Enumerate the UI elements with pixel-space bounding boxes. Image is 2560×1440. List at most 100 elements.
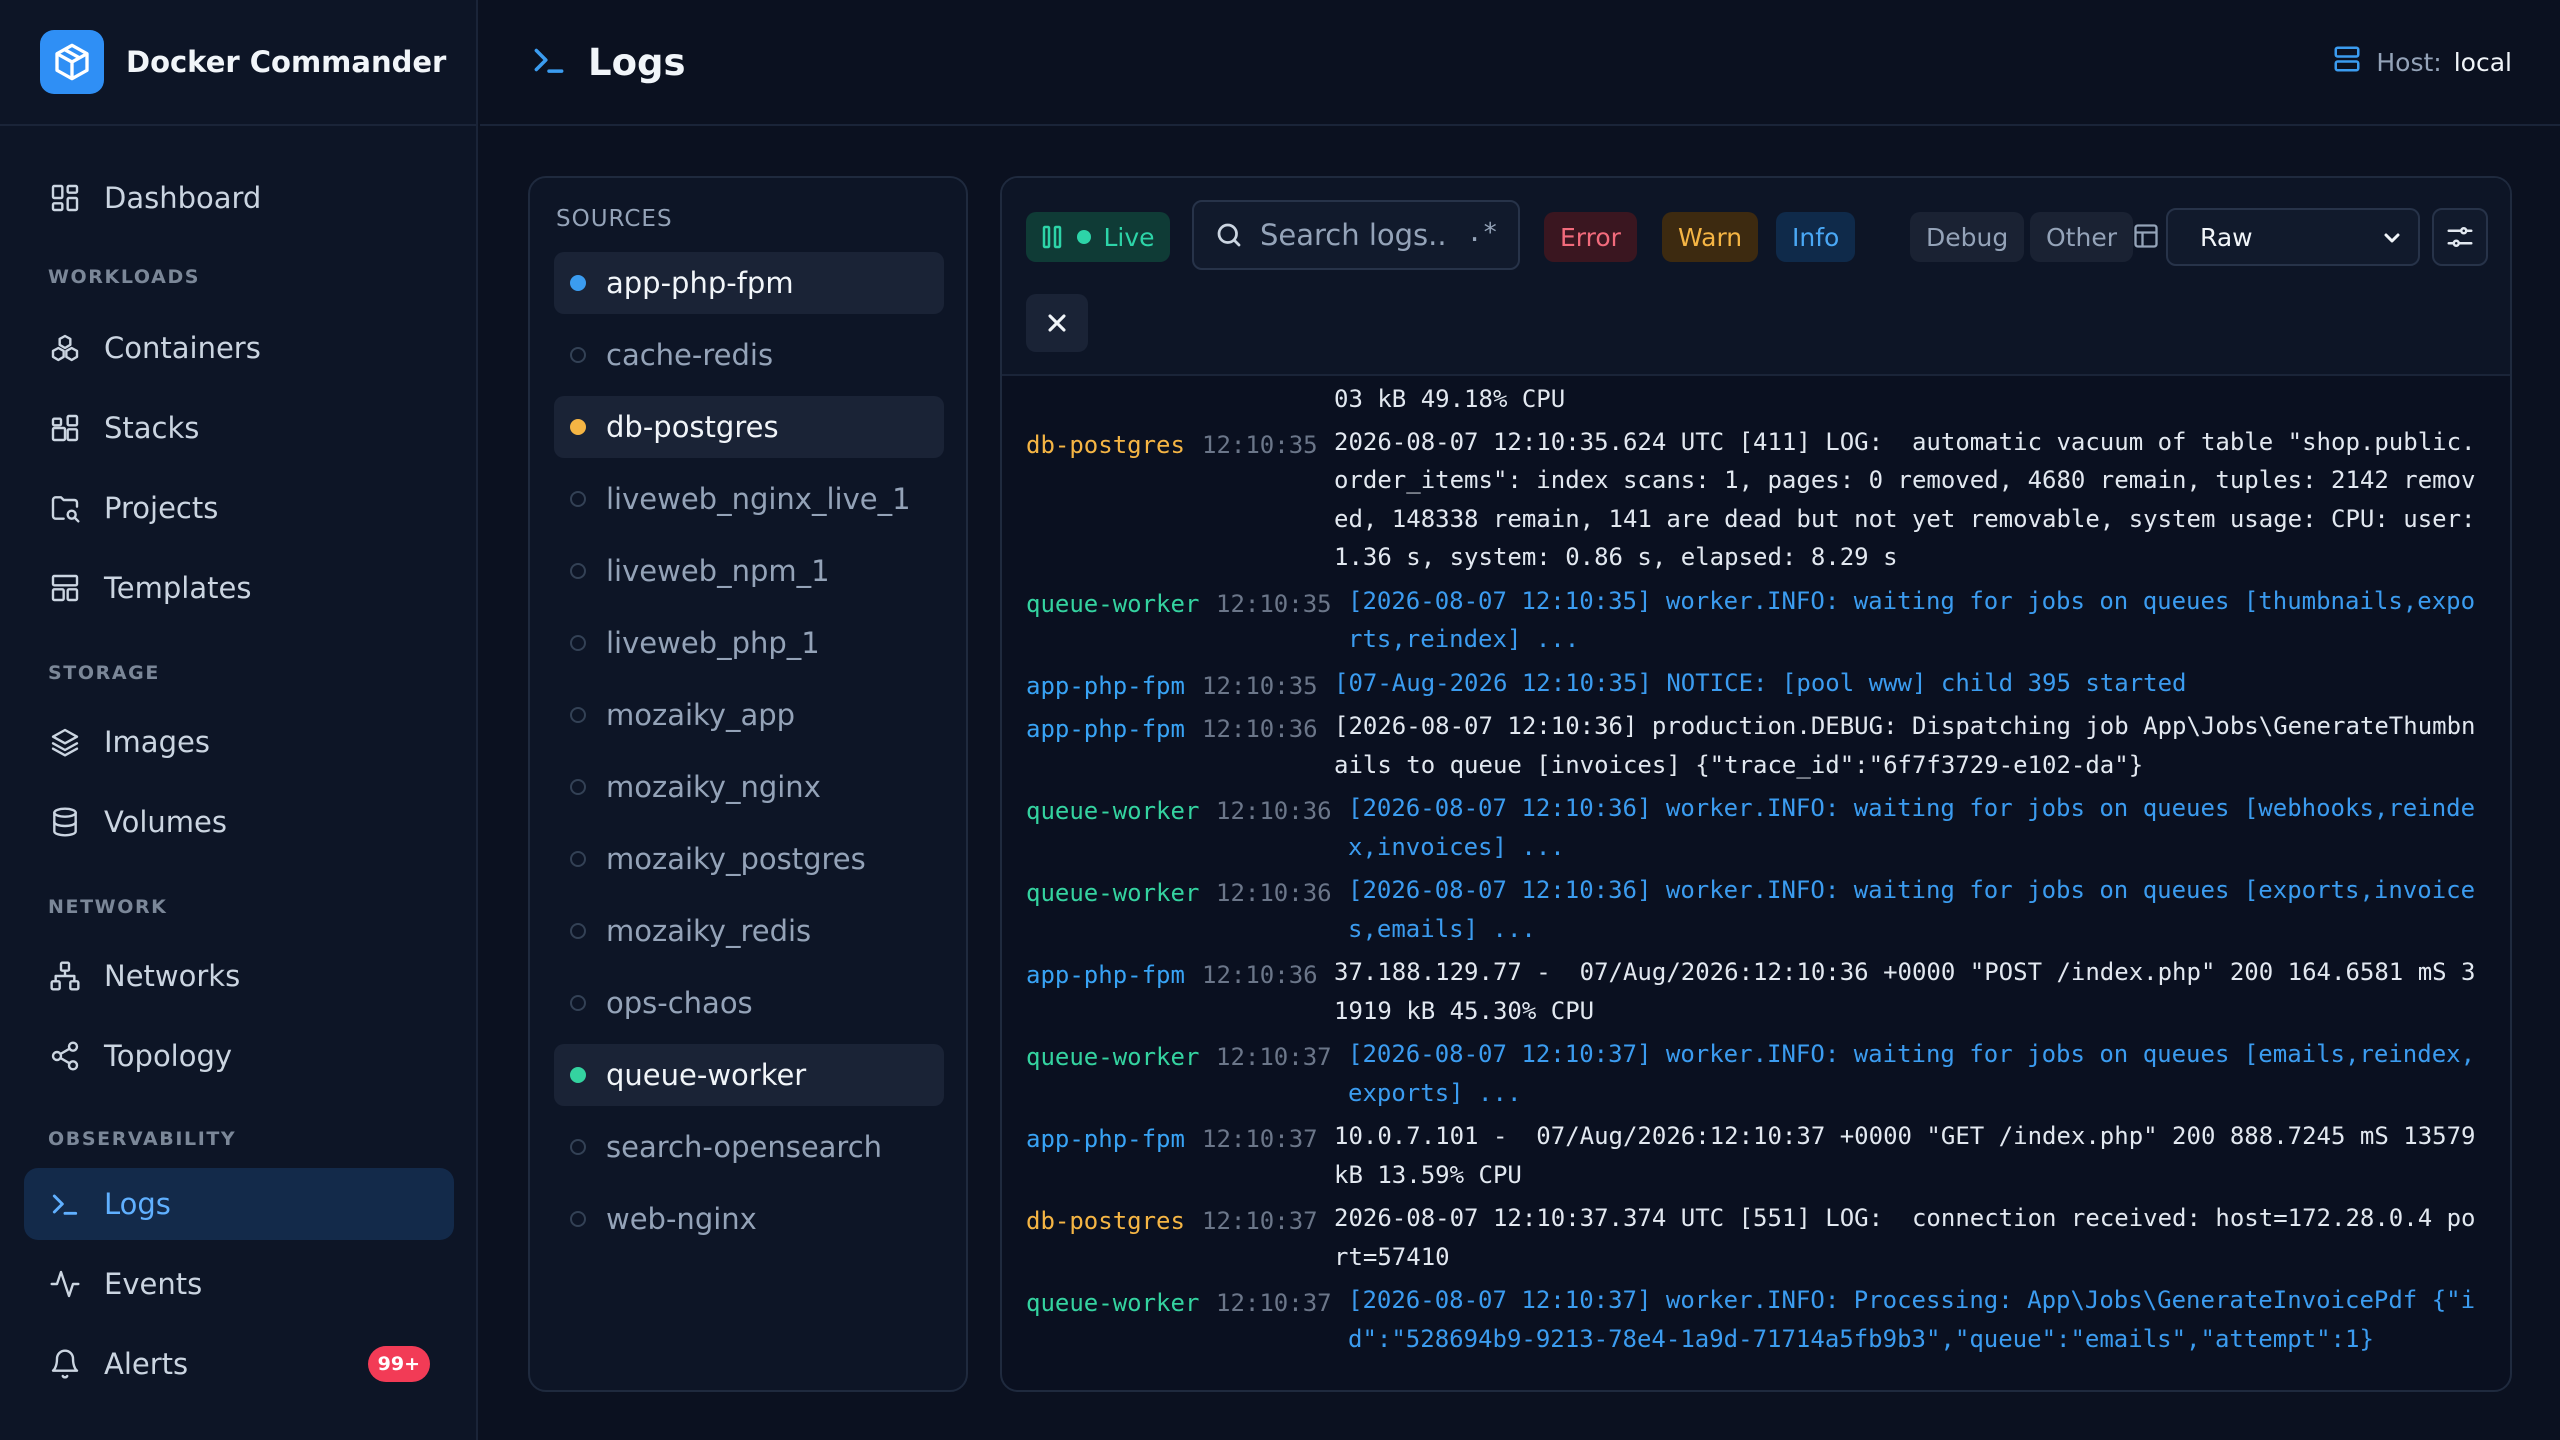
log-stream[interactable]: 03 kB 49.18% CPU db-postgres 12:10:35 2026-…	[1026, 376, 2476, 1390]
sidebar-item-topology[interactable]: Topology	[24, 1020, 454, 1092]
server-icon	[2332, 44, 2362, 80]
level-filter-error[interactable]: Error	[1544, 212, 1637, 262]
sidebar-item-images[interactable]: Images	[24, 706, 454, 778]
source-name: ops-chaos	[606, 986, 753, 1020]
log-source: queue-worker	[1026, 1043, 1200, 1071]
source-item-mozaiky_nginx[interactable]: mozaiky_nginx	[554, 756, 944, 818]
source-name: app-php-fpm	[606, 266, 794, 300]
bell-icon	[48, 1347, 82, 1381]
source-item-liveweb_npm_1[interactable]: liveweb_npm_1	[554, 540, 944, 602]
source-name: web-nginx	[606, 1202, 757, 1236]
columns-icon[interactable]	[2132, 222, 2160, 250]
view-mode-select[interactable]: Raw	[2166, 208, 2420, 266]
sidebar-item-projects[interactable]: Projects	[24, 472, 454, 544]
source-name: cache-redis	[606, 338, 774, 372]
source-status-dot	[570, 1211, 586, 1227]
regex-toggle[interactable]: .*	[1467, 218, 1498, 248]
database-icon	[48, 805, 82, 839]
live-toggle-button[interactable]: Live	[1026, 212, 1170, 262]
log-message: [2026-08-07 12:10:36] production.DEBUG: …	[1334, 712, 2476, 779]
log-source: queue-worker	[1026, 1289, 1200, 1317]
source-name: queue-worker	[606, 1058, 807, 1092]
view-mode-value: Raw	[2200, 222, 2253, 252]
live-label: Live	[1103, 222, 1155, 252]
sidebar-item-label: Logs	[104, 1187, 171, 1221]
source-item-search-opensearch[interactable]: search-opensearch	[554, 1116, 944, 1178]
source-item-mozaiky_postgres[interactable]: mozaiky_postgres	[554, 828, 944, 890]
log-source: queue-worker	[1026, 797, 1200, 825]
nav-section-observability: OBSERVABILITY	[48, 1128, 237, 1150]
source-item-liveweb_php_1[interactable]: liveweb_php_1	[554, 612, 944, 674]
log-source: app-php-fpm	[1026, 715, 1185, 743]
sidebar-item-events[interactable]: Events	[24, 1248, 454, 1320]
source-status-dot	[570, 923, 586, 939]
nav-section-workloads: WORKLOADS	[48, 266, 201, 288]
network-icon	[48, 959, 82, 993]
sidebar-item-label: Volumes	[104, 805, 227, 839]
log-toolbar: Live Search logs.. .* Error Warn Info Debug…	[1002, 178, 2510, 376]
stacks-icon	[48, 411, 82, 445]
sidebar-item-dashboard[interactable]: Dashboard	[24, 162, 454, 234]
activity-icon	[48, 1267, 82, 1301]
log-timestamp: 12:10:35	[1216, 589, 1332, 618]
level-filter-debug[interactable]: Debug	[1910, 212, 2025, 262]
source-item-mozaiky_app[interactable]: mozaiky_app	[554, 684, 944, 746]
log-timestamp: 12:10:37	[1216, 1043, 1332, 1071]
brand[interactable]: Docker Commander	[0, 0, 476, 126]
log-source: app-php-fpm	[1026, 1125, 1185, 1153]
close-icon	[1043, 309, 1071, 337]
filter-settings-button[interactable]	[2432, 208, 2488, 266]
sidebar-item-containers[interactable]: Containers	[24, 312, 454, 384]
log-message: [2026-08-07 12:10:35] worker.INFO: waiti…	[1348, 586, 2476, 654]
search-placeholder: Search logs..	[1260, 218, 1447, 252]
terminal-icon	[530, 41, 568, 83]
source-item-mozaiky_redis[interactable]: mozaiky_redis	[554, 900, 944, 962]
source-item-ops-chaos[interactable]: ops-chaos	[554, 972, 944, 1034]
share-icon	[48, 1039, 82, 1073]
source-item-queue-worker[interactable]: queue-worker	[554, 1044, 944, 1106]
level-filter-other[interactable]: Other	[2030, 212, 2133, 262]
source-item-app-php-fpm[interactable]: app-php-fpm	[554, 252, 944, 314]
log-timestamp: 12:10:37	[1216, 1289, 1332, 1317]
source-name: mozaiky_app	[606, 698, 796, 732]
host-value: local	[2453, 47, 2512, 77]
log-message: 10.0.7.101 - 07/Aug/2026:12:10:37 +0000 …	[1334, 1122, 2476, 1189]
sidebar-item-label: Templates	[104, 571, 252, 605]
source-item-cache-redis[interactable]: cache-redis	[554, 324, 944, 386]
source-status-dot	[570, 995, 586, 1011]
dashboard-icon	[48, 181, 82, 215]
sidebar-item-templates[interactable]: Templates	[24, 552, 454, 624]
source-name: liveweb_php_1	[606, 626, 820, 660]
sidebar-item-stacks[interactable]: Stacks	[24, 392, 454, 464]
sidebar-item-volumes[interactable]: Volumes	[24, 786, 454, 858]
sidebar: Docker Commander Dashboard WORKLOADS Conta…	[0, 0, 478, 1440]
source-name: liveweb_nginx_live_1	[606, 482, 911, 516]
source-status-dot	[570, 707, 586, 723]
page-header: Logs Host: local	[480, 0, 2560, 126]
source-name: mozaiky_nginx	[606, 770, 821, 804]
source-item-web-nginx[interactable]: web-nginx	[554, 1188, 944, 1250]
source-item-liveweb_nginx_live_1[interactable]: liveweb_nginx_live_1	[554, 468, 944, 530]
sidebar-item-alerts[interactable]: Alerts 99+	[24, 1328, 454, 1400]
host-indicator[interactable]: Host: local	[2332, 44, 2512, 80]
source-name: liveweb_npm_1	[606, 554, 830, 588]
log-panel: Live Search logs.. .* Error Warn Info Debug…	[1000, 176, 2512, 1392]
sidebar-item-logs[interactable]: Logs	[24, 1168, 454, 1240]
level-filter-warn[interactable]: Warn	[1662, 212, 1759, 262]
sidebar-item-networks[interactable]: Networks	[24, 940, 454, 1012]
containers-icon	[48, 331, 82, 365]
nav-section-storage: STORAGE	[48, 662, 160, 684]
sidebar-item-label: Alerts	[104, 1347, 189, 1381]
log-timestamp: 12:10:36	[1216, 879, 1332, 907]
level-filter-info[interactable]: Info	[1776, 212, 1856, 262]
sources-panel: SOURCES app-php-fpm cache-redis db-postgre…	[528, 176, 968, 1392]
source-status-dot	[570, 491, 586, 507]
log-timestamp: 12:10:35	[1202, 671, 1318, 700]
clear-filters-button[interactable]	[1026, 294, 1088, 352]
log-message: [2026-08-07 12:10:36] worker.INFO: waiti…	[1348, 794, 2476, 861]
source-status-dot	[570, 851, 586, 867]
search-input[interactable]: Search logs.. .*	[1192, 200, 1520, 270]
source-item-db-postgres[interactable]: db-postgres	[554, 396, 944, 458]
cube-logo-icon	[40, 30, 104, 94]
sliders-icon	[2445, 222, 2475, 252]
